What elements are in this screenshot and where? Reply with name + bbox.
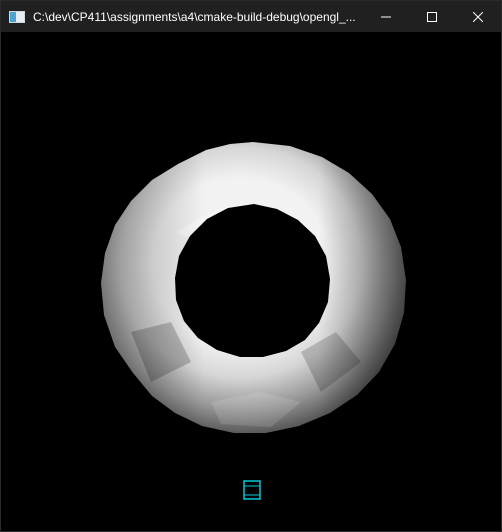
title-bar[interactable]: C:\dev\CP411\assignments\a4\cmake-build-… — [1, 1, 501, 32]
opengl-viewport[interactable] — [1, 32, 501, 531]
close-button[interactable] — [455, 1, 501, 32]
close-icon — [473, 11, 483, 22]
window-controls — [363, 1, 501, 32]
app-icon — [9, 9, 25, 25]
minimize-button[interactable] — [363, 1, 409, 32]
small-indicator-icon — [243, 480, 261, 500]
app-window: C:\dev\CP411\assignments\a4\cmake-build-… — [0, 0, 502, 532]
maximize-button[interactable] — [409, 1, 455, 32]
maximize-icon — [427, 11, 437, 22]
minimize-icon — [381, 16, 391, 17]
window-title: C:\dev\CP411\assignments\a4\cmake-build-… — [33, 9, 356, 24]
torus-render — [1, 32, 501, 531]
